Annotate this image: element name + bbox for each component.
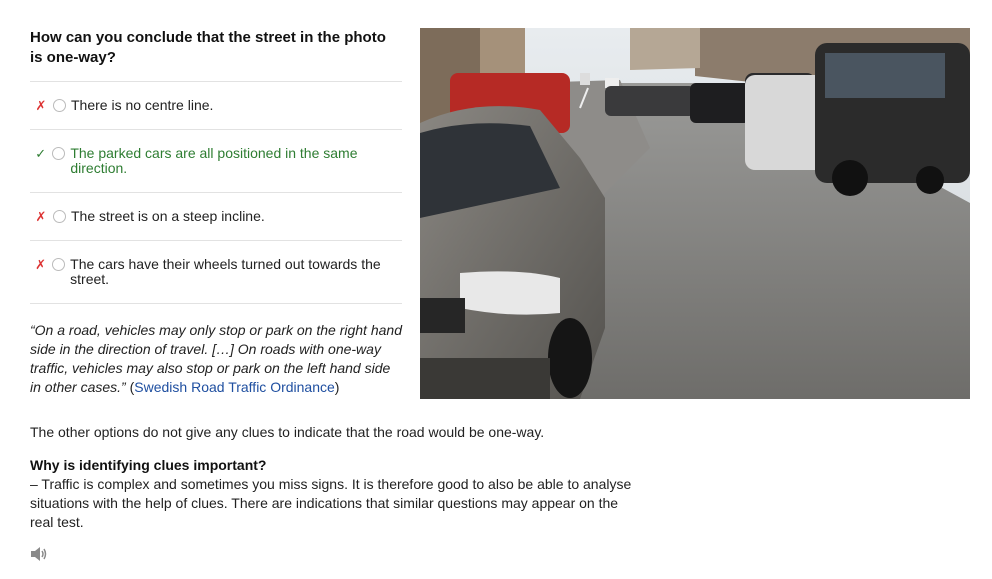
- radio-button[interactable]: [52, 147, 66, 160]
- speaker-icon[interactable]: [30, 546, 48, 562]
- radio-button[interactable]: [52, 258, 66, 271]
- why-text: – Traffic is complex and sometimes you m…: [30, 476, 632, 530]
- radio-button[interactable]: [53, 99, 66, 112]
- option-wheels-turned-out[interactable]: ✗ The cars have their wheels turned out …: [30, 241, 402, 304]
- question-text: How can you conclude that the street in …: [30, 29, 386, 66]
- wrong-mark-icon: ✗: [35, 209, 47, 224]
- option-steep-incline[interactable]: ✗ The street is on a steep incline.: [30, 193, 402, 241]
- ordinance-link[interactable]: Swedish Road Traffic Ordinance: [134, 379, 335, 395]
- wrong-mark-icon: ✗: [35, 257, 47, 272]
- option-label: There is no centre line.: [71, 97, 214, 113]
- answer-options: ✗ There is no centre line. ✓ The parked …: [30, 81, 402, 304]
- wrong-mark-icon: ✗: [35, 98, 47, 113]
- option-no-centre-line[interactable]: ✗ There is no centre line.: [30, 82, 402, 130]
- explanation-text: The other options do not give any clues …: [30, 424, 545, 440]
- street-photo: [420, 28, 970, 399]
- option-label: The street is on a steep incline.: [71, 208, 265, 224]
- option-label: The cars have their wheels turned out to…: [70, 256, 381, 287]
- radio-button[interactable]: [53, 210, 66, 223]
- option-parked-cars-same-direction[interactable]: ✓ The parked cars are all positioned in …: [30, 130, 402, 193]
- explanation-section: The other options do not give any clues …: [30, 423, 640, 532]
- why-heading: Why is identifying clues important?: [30, 457, 267, 473]
- option-label: The parked cars are all positioned in th…: [70, 145, 358, 176]
- quote-close-paren: ): [334, 379, 340, 395]
- question-panel: How can you conclude that the street in …: [30, 28, 402, 397]
- correct-mark-icon: ✓: [35, 146, 47, 161]
- law-quote: “On a road, vehicles may only stop or pa…: [30, 321, 402, 397]
